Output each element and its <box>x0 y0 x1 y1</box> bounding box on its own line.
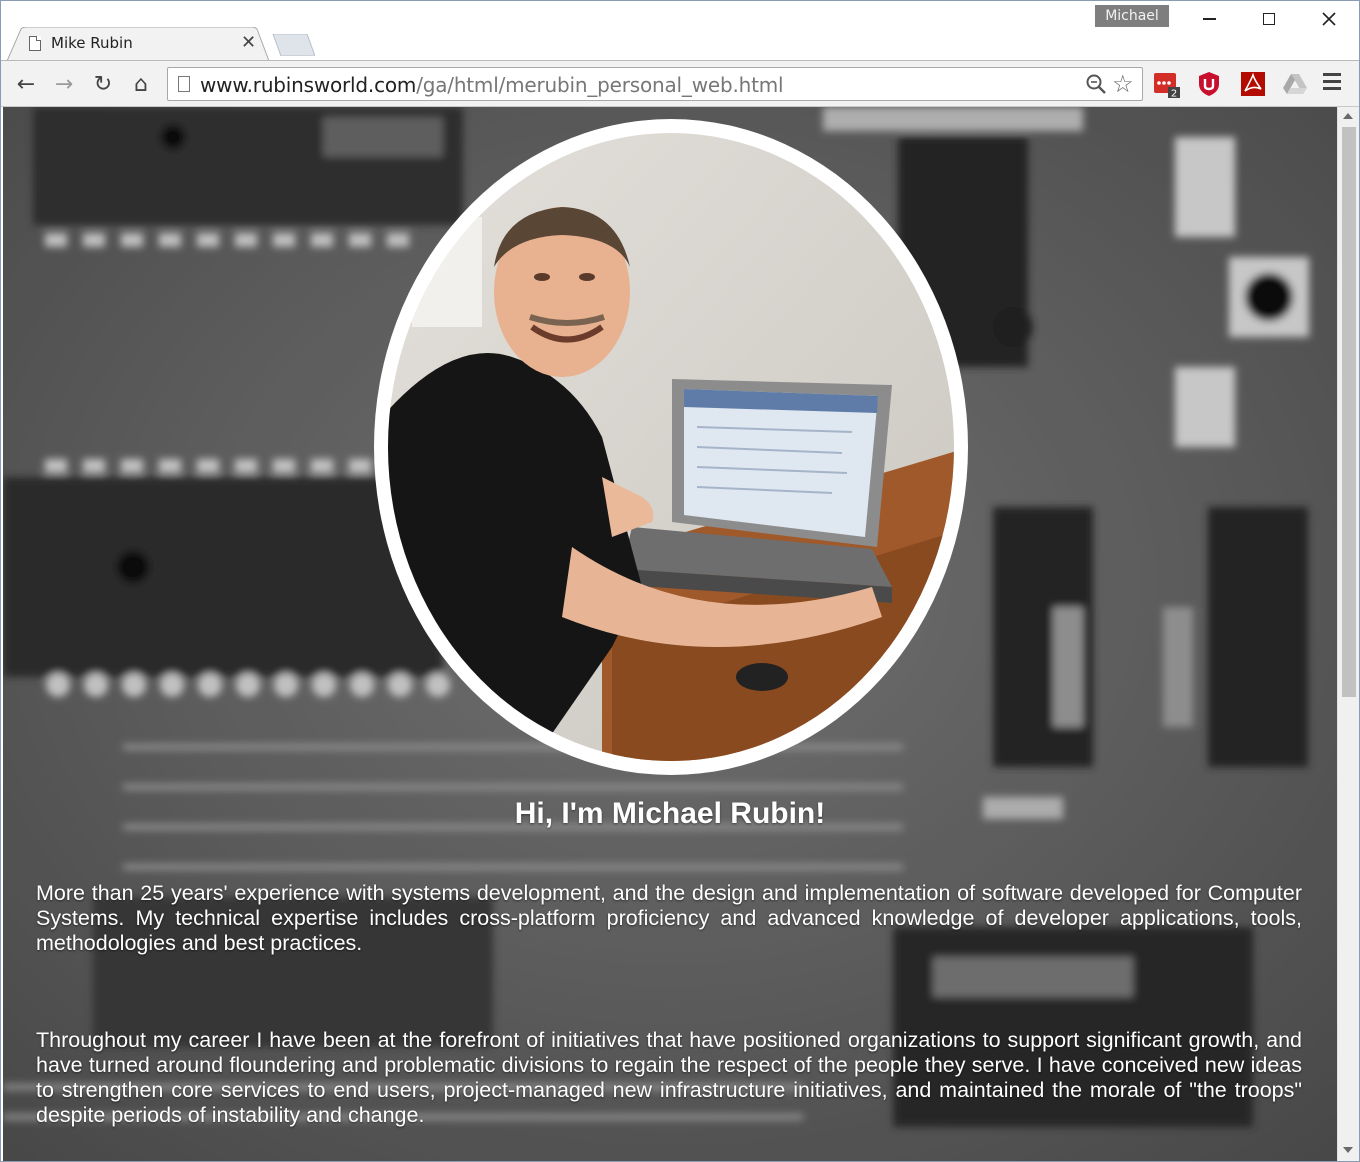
browser-toolbar: ← → ↻ ⌂ www.rubinsworld.com/ga/html/meru… <box>1 60 1359 107</box>
tab-title: Mike Rubin <box>51 34 133 52</box>
lastpass-icon[interactable]: 2 <box>1153 70 1181 98</box>
close-icon <box>1322 12 1336 26</box>
drive-icon[interactable] <box>1281 70 1309 98</box>
reload-button[interactable]: ↻ <box>88 69 118 99</box>
url-host: www.rubinsworld.com <box>200 73 417 97</box>
profile-photo <box>374 119 968 775</box>
url-text[interactable]: www.rubinsworld.com/ga/html/merubin_pers… <box>200 73 784 97</box>
career-paragraph: Throughout my career I have been at the … <box>36 1028 1302 1127</box>
menu-button[interactable] <box>1323 73 1347 95</box>
scroll-thumb[interactable] <box>1342 127 1356 697</box>
minimize-icon <box>1202 18 1216 20</box>
intro-paragraph: More than 25 years' experience with syst… <box>36 881 1302 955</box>
page-heading: Hi, I'm Michael Rubin! <box>514 797 826 830</box>
maximize-icon <box>1263 13 1275 25</box>
vertical-scrollbar[interactable] <box>1337 107 1359 1161</box>
home-button[interactable]: ⌂ <box>126 69 156 99</box>
zoom-icon[interactable] <box>1084 72 1108 96</box>
new-tab-button[interactable] <box>271 34 315 56</box>
tab-close-button[interactable]: ✕ <box>241 32 256 53</box>
acrobat-icon[interactable] <box>1239 70 1267 98</box>
forward-button[interactable]: → <box>49 69 79 99</box>
maximize-button[interactable] <box>1239 1 1299 37</box>
page-viewport: Hi, I'm Michael Rubin! More than 25 year… <box>3 107 1337 1161</box>
page-icon <box>29 36 41 51</box>
menu-icon-line <box>1323 80 1341 83</box>
address-bar[interactable]: www.rubinsworld.com/ga/html/merubin_pers… <box>167 67 1143 101</box>
minimize-button[interactable] <box>1179 1 1239 37</box>
menu-icon-line <box>1323 87 1341 90</box>
back-button[interactable]: ← <box>11 69 41 99</box>
ublock-icon[interactable] <box>1195 70 1223 98</box>
profile-button[interactable]: Michael <box>1095 5 1169 27</box>
menu-icon <box>1323 73 1341 76</box>
bookmark-star-icon[interactable]: ☆ <box>1112 70 1134 99</box>
browser-window: Michael Mike Rubin ✕ ← → ↻ ⌂ www.rubinsw… <box>0 0 1360 1162</box>
scroll-down-arrow-icon[interactable] <box>1343 1147 1353 1153</box>
scroll-up-arrow-icon[interactable] <box>1343 113 1353 119</box>
title-bar: Michael Mike Rubin ✕ <box>1 1 1359 61</box>
close-window-button[interactable] <box>1299 1 1359 37</box>
tab-active[interactable]: Mike Rubin ✕ <box>7 27 269 61</box>
page-info-icon[interactable] <box>178 76 190 92</box>
url-path: /ga/html/merubin_personal_web.html <box>416 73 784 97</box>
lastpass-badge: 2 <box>1171 89 1177 99</box>
